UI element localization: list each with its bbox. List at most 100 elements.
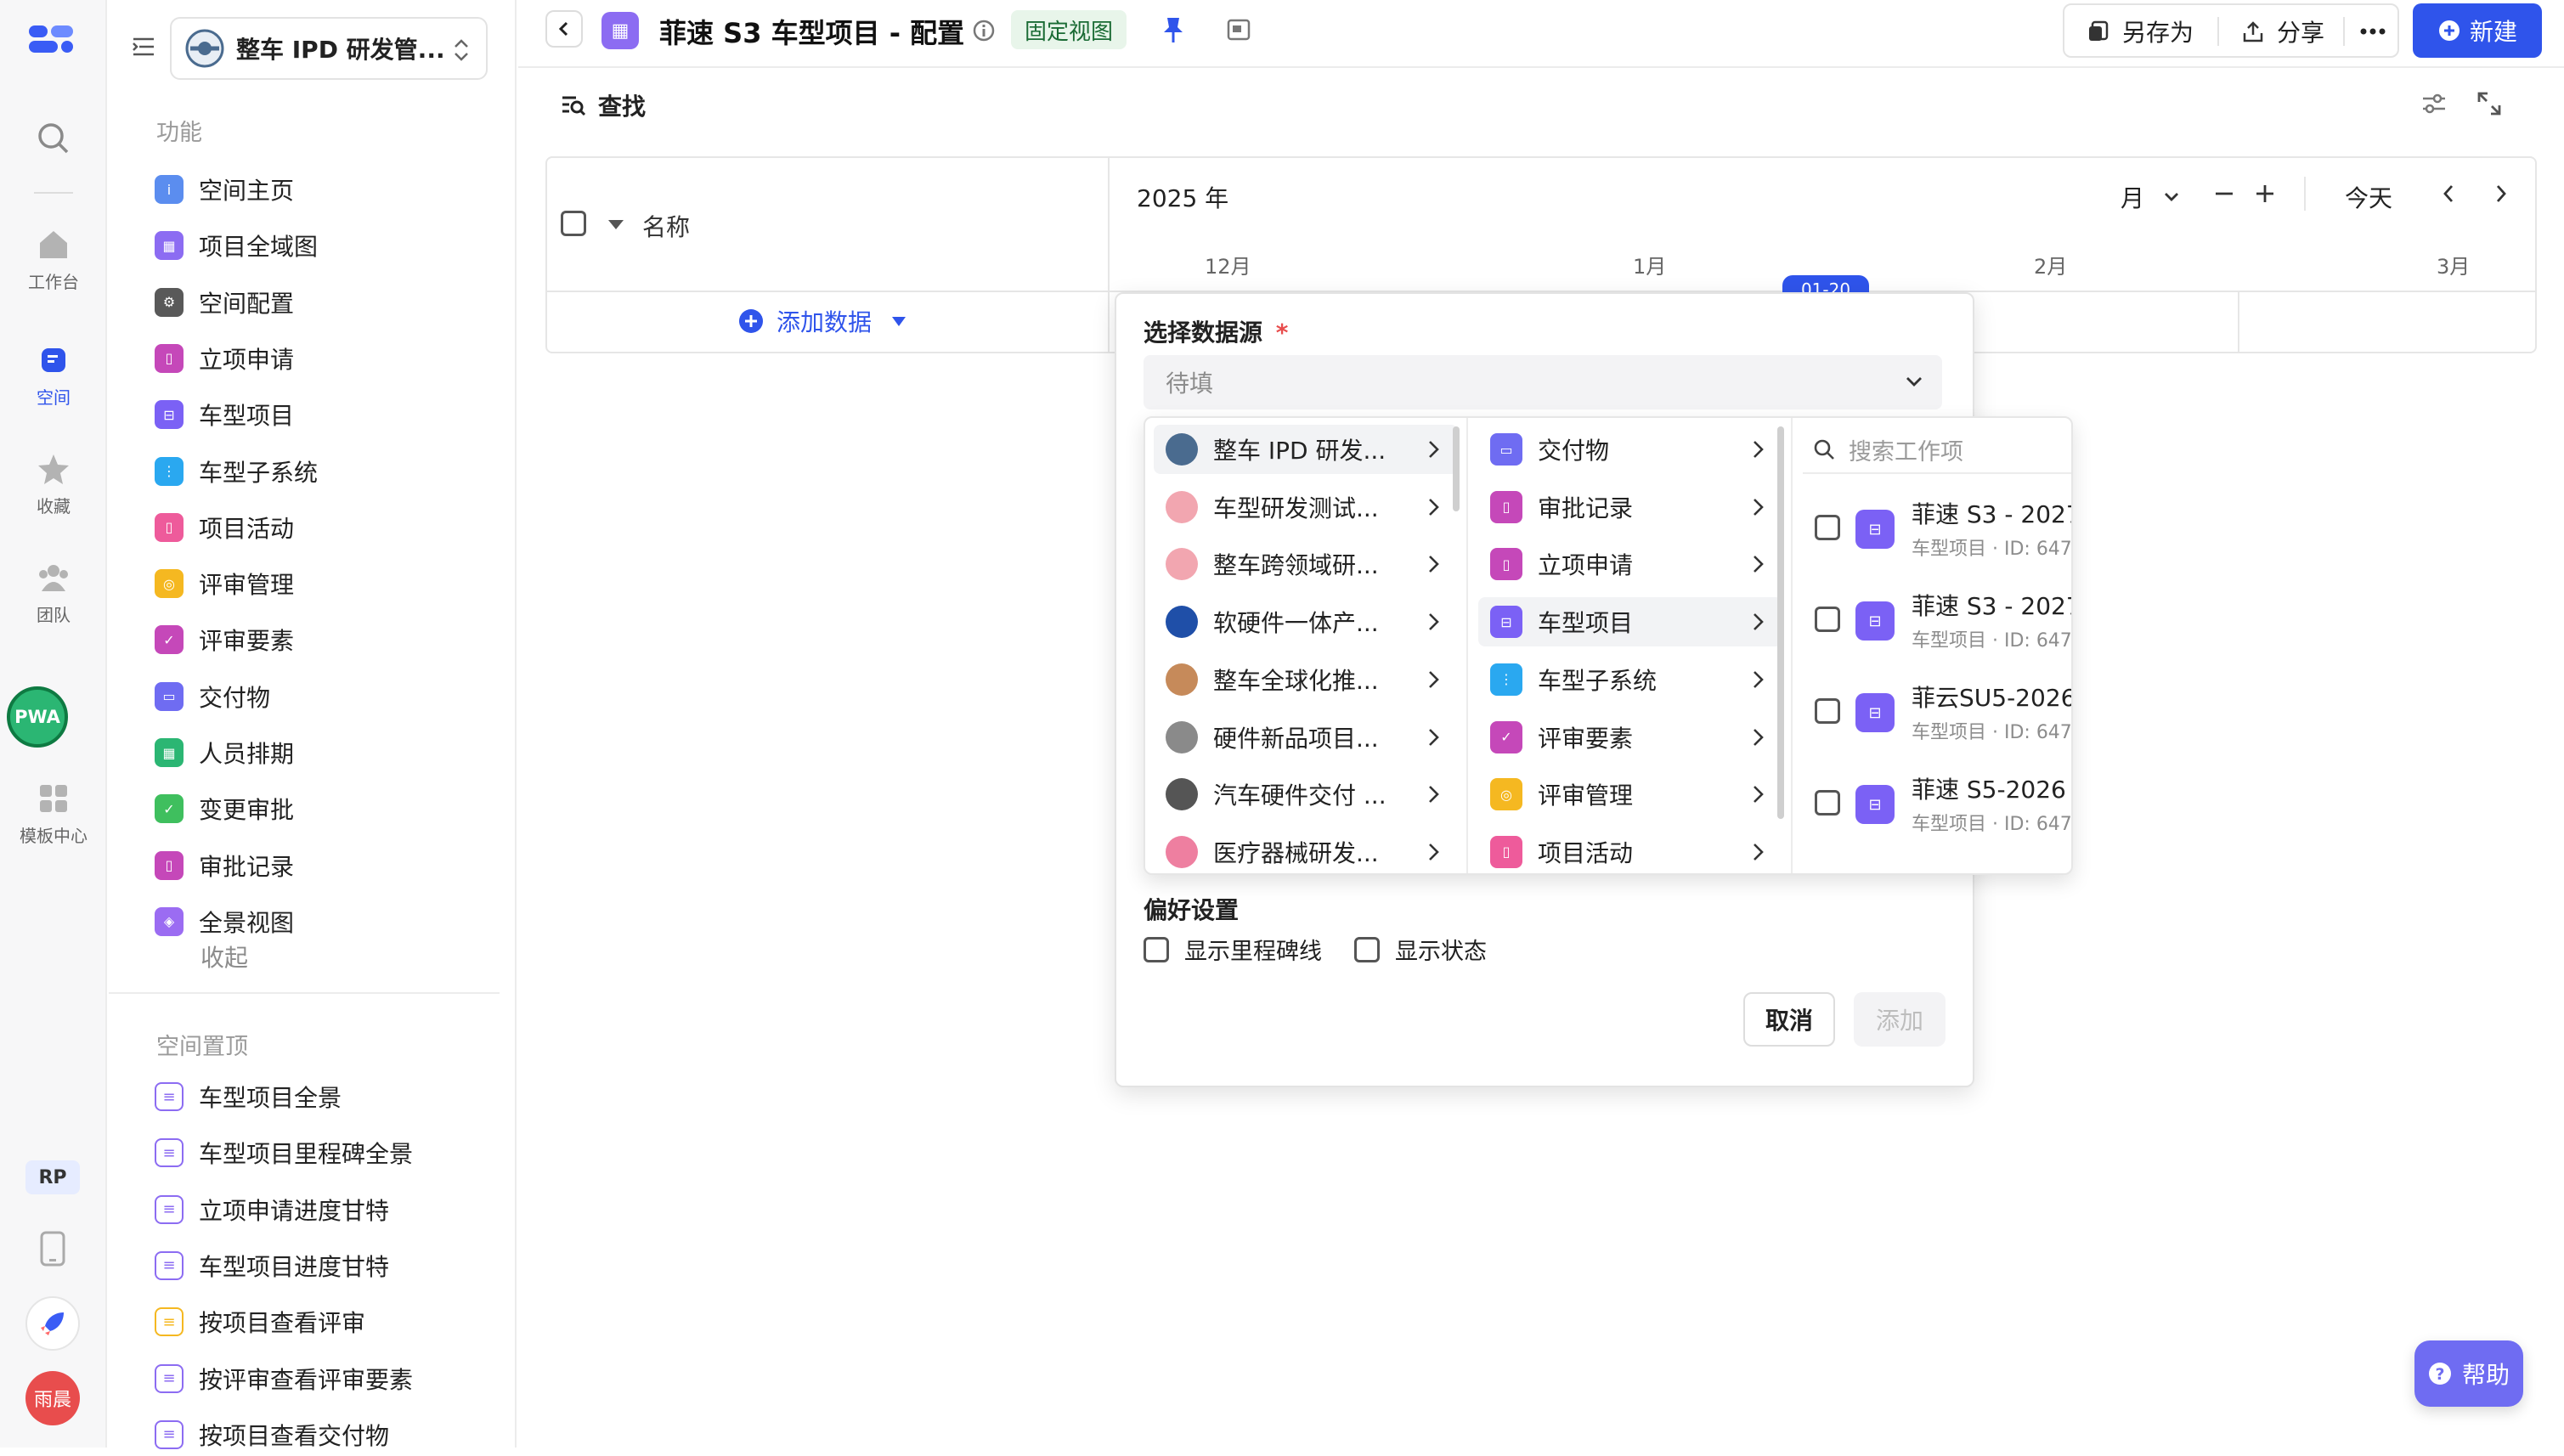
zoom-in-icon[interactable] xyxy=(2255,183,2275,204)
help-icon: ? xyxy=(2428,1363,2451,1385)
sidebar-item[interactable]: ✓ 变更审批 xyxy=(155,787,294,830)
pinned-view-item[interactable]: ≡ 车型项目进度甘特 xyxy=(155,1244,389,1287)
pinned-view-item[interactable]: ≡ 车型项目里程碑全景 xyxy=(155,1132,413,1174)
pinned-view-item[interactable]: ≡ 按评审查看评审要素 xyxy=(155,1357,413,1400)
type-option[interactable]: ▯ 审批记录 xyxy=(1478,483,1782,532)
chevron-right-icon xyxy=(1422,553,1444,575)
milestone-checkbox[interactable] xyxy=(1144,936,1169,962)
type-option[interactable]: ▯ 项目活动 xyxy=(1478,827,1782,873)
pinned-view-item[interactable]: ≡ 按项目查看评审 xyxy=(155,1301,365,1343)
workitem-option[interactable]: ⊟ 菲速 S3 - 2027 国内改款 EV 车型车型项目 · ID: 64790… xyxy=(1803,486,2071,571)
sidebar-item[interactable]: ▯ 项目活动 xyxy=(155,506,294,549)
app-logo-icon[interactable] xyxy=(27,22,76,56)
help-button[interactable]: ? 帮助 xyxy=(2414,1340,2523,1407)
rail-templates[interactable]: 模板中心 xyxy=(0,782,107,847)
sidebar-item[interactable]: ⊟ 车型项目 xyxy=(155,393,294,436)
save-as-button[interactable]: 另存为 xyxy=(2078,8,2202,54)
scrollbar[interactable] xyxy=(1777,426,1784,819)
sidebar-item[interactable]: i 空间主页 xyxy=(155,168,294,211)
type-option[interactable]: ▯ 立项申请 xyxy=(1478,539,1782,589)
share-button[interactable]: 分享 xyxy=(2233,8,2333,54)
rocket-button[interactable] xyxy=(25,1296,80,1351)
sidebar-item[interactable]: ▯ 立项申请 xyxy=(155,337,294,380)
sidebar-item[interactable]: ⚙ 空间配置 xyxy=(155,281,294,324)
rp-badge[interactable]: RP xyxy=(25,1160,80,1194)
pinned-view-item[interactable]: ≡ 按项目查看交付物 xyxy=(155,1414,389,1456)
rail-space[interactable]: 空间 xyxy=(0,343,107,409)
select-all-checkbox[interactable] xyxy=(561,211,586,240)
add-data-button[interactable]: 添加数据 xyxy=(737,304,907,338)
workitem-checkbox[interactable] xyxy=(1815,698,1840,724)
find-button[interactable]: 查找 xyxy=(561,88,646,122)
space-option[interactable]: 医疗器械研发... xyxy=(1154,827,1458,873)
workitem-checkbox[interactable] xyxy=(1815,607,1840,632)
sidebar-item[interactable]: ◈ 全景视图 xyxy=(155,900,294,943)
pwa-badge[interactable]: PWA xyxy=(7,686,68,748)
type-option[interactable]: ⋮ 车型子系统 xyxy=(1478,655,1782,704)
sidebar-item[interactable]: ⋮ 车型子系统 xyxy=(155,450,318,493)
scrollbar[interactable] xyxy=(1453,426,1460,511)
workitem-option[interactable]: ⊟ 菲速 S5-2026 新款 - 混动车型车型项目 · ID: 64790983… xyxy=(1803,761,2071,846)
space-selector[interactable]: 整车 IPD 研发管... xyxy=(170,17,488,80)
space-option[interactable]: 软硬件一体产... xyxy=(1154,597,1458,646)
rail-favorites[interactable]: 收藏 xyxy=(0,452,107,517)
info-icon[interactable] xyxy=(972,19,996,42)
type-option[interactable]: ⊟ 车型项目 xyxy=(1478,597,1782,647)
sidebar-item[interactable]: ▦ 项目全域图 xyxy=(155,224,318,267)
type-option[interactable]: ▭ 交付物 xyxy=(1478,425,1782,474)
space-option[interactable]: 硬件新品项目... xyxy=(1154,713,1458,762)
space-option[interactable]: 车型研发测试... xyxy=(1154,483,1458,532)
add-button[interactable]: 添加 xyxy=(1854,992,1946,1047)
rail-team[interactable]: 团队 xyxy=(0,561,107,626)
collapse-sidebar-icon[interactable] xyxy=(131,34,156,59)
space-option[interactable]: 汽车硬件交付 ... xyxy=(1154,770,1458,819)
status-option[interactable]: 显示状态 xyxy=(1354,933,1487,966)
type-option-label: 立项申请 xyxy=(1538,551,1634,580)
workitem-title: 菲速 S5-2026 新款 - 混动车型 xyxy=(1912,776,2071,804)
sidebar-item[interactable]: ◎ 评审管理 xyxy=(155,562,294,605)
pin-icon[interactable] xyxy=(1161,15,1186,44)
expand-icon[interactable] xyxy=(2476,90,2503,117)
avatar[interactable]: 雨晨 xyxy=(25,1371,80,1425)
sidebar-item[interactable]: ▯ 审批记录 xyxy=(155,844,294,887)
back-button[interactable] xyxy=(545,10,583,48)
type-column: ▭ 交付物 ▯ 审批记录 ▯ 立项申请 ⊟ 车型项目 ⋮ 车型子系统 ✓ 评审要素 ◎ 评审管理 ▯ 项目活动 xyxy=(1470,418,1793,873)
prev-icon[interactable] xyxy=(2440,183,2457,204)
settings-sliders-icon[interactable] xyxy=(2421,92,2447,116)
workitem-option[interactable]: ⊟ 菲速 S3 - 2027 国内改款增程车型车型项目 · ID: 6478987… xyxy=(1803,578,2071,663)
space-sidebar: 整车 IPD 研发管... 功能 i 空间主页 ▦ 项目全域图 ⚙ 空间配置 ▯ 立项申请 ⊟ 车… xyxy=(109,0,517,1450)
window-icon[interactable] xyxy=(1227,19,1251,41)
datasource-select[interactable]: 待填 xyxy=(1144,355,1942,409)
sidebar-item-label: 车型项目 xyxy=(199,402,295,431)
type-option[interactable]: ✓ 评审要素 xyxy=(1478,713,1782,762)
type-option[interactable]: ◎ 评审管理 xyxy=(1478,770,1782,819)
pinned-view-label: 按评审查看评审要素 xyxy=(199,1365,414,1394)
today-button[interactable]: 今天 xyxy=(2345,180,2392,214)
workitem-checkbox[interactable] xyxy=(1815,515,1840,540)
more-button[interactable] xyxy=(2352,8,2394,54)
new-button[interactable]: 新建 xyxy=(2413,3,2542,58)
type-option-label: 项目活动 xyxy=(1538,838,1634,867)
space-option[interactable]: 整车跨领域研... xyxy=(1154,539,1458,589)
search-icon[interactable] xyxy=(36,121,70,155)
milestone-option[interactable]: 显示里程碑线 xyxy=(1144,933,1322,966)
sidebar-item[interactable]: ▭ 交付物 xyxy=(155,675,270,718)
collapse-link[interactable]: 收起 xyxy=(200,940,248,973)
space-option[interactable]: 整车 IPD 研发... xyxy=(1154,425,1458,474)
sidebar-item[interactable]: ✓ 评审要素 xyxy=(155,618,294,661)
caret-down-icon[interactable] xyxy=(607,217,625,231)
cancel-button[interactable]: 取消 xyxy=(1743,992,1835,1047)
mobile-icon[interactable] xyxy=(39,1230,66,1267)
zoom-out-icon[interactable] xyxy=(2214,183,2234,204)
workitem-checkbox[interactable] xyxy=(1815,790,1840,815)
space-option[interactable]: 整车全球化推... xyxy=(1154,655,1458,704)
workitem-option[interactable]: ⊟ 菲云SU5-2026改款 - EV 车型车型项目 · ID: 64790294… xyxy=(1803,669,2071,754)
plus-circle-icon xyxy=(2438,20,2460,41)
pinned-view-item[interactable]: ≡ 车型项目全景 xyxy=(155,1075,342,1118)
pinned-view-item[interactable]: ≡ 立项申请进度甘特 xyxy=(155,1188,389,1231)
rail-workbench[interactable]: 工作台 xyxy=(0,228,107,293)
status-checkbox[interactable] xyxy=(1354,936,1380,962)
next-icon[interactable] xyxy=(2493,183,2510,204)
sidebar-item[interactable]: ▦ 人员排期 xyxy=(155,731,294,774)
scale-select[interactable]: 月 xyxy=(2121,180,2180,214)
